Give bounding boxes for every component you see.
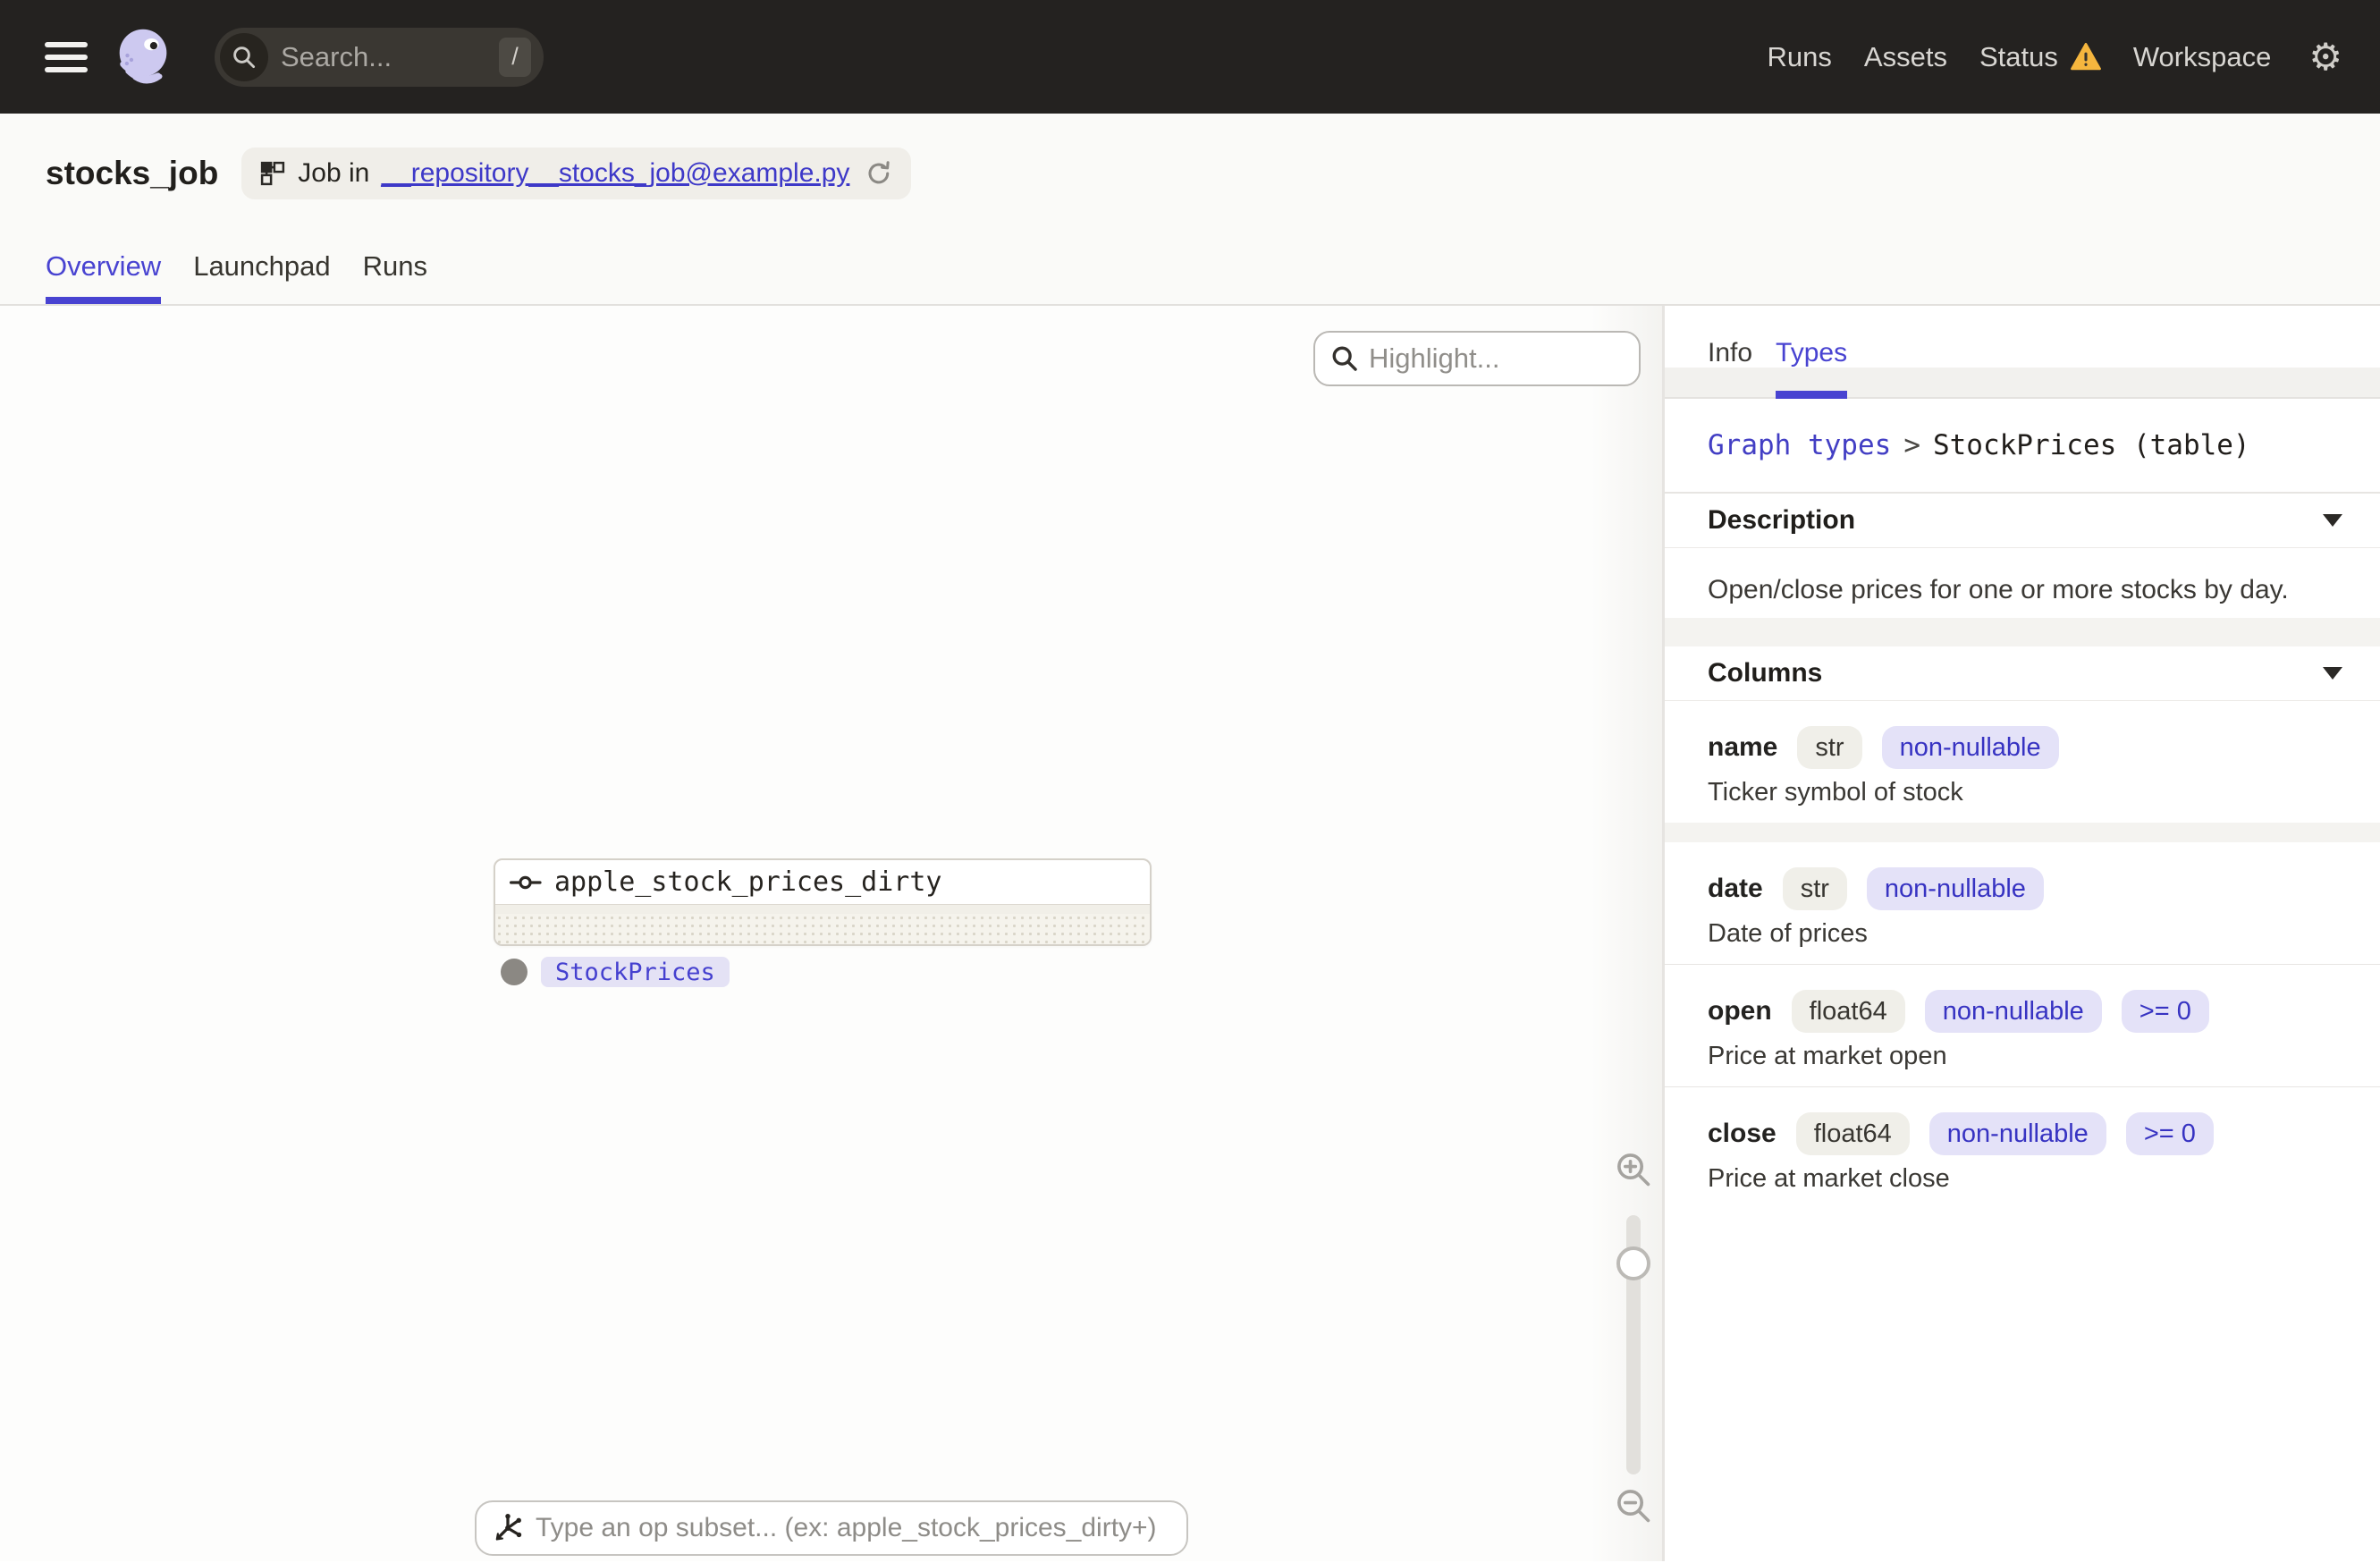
column-constraint-badge: >= 0 — [2121, 990, 2209, 1033]
column-name: open — [1708, 996, 1772, 1026]
zoom-in-icon[interactable] — [1613, 1149, 1654, 1190]
column-description: Date of prices — [1708, 919, 1868, 948]
column-name: date — [1708, 874, 1763, 903]
column-name: name — [1708, 732, 1778, 762]
page-title: stocks_job — [46, 155, 219, 191]
column-constraint-badge: non-nullable — [1866, 867, 2044, 910]
column-constraint-badge: >= 0 — [2125, 1112, 2214, 1155]
hamburger-menu-icon[interactable] — [45, 41, 88, 72]
description-section-title: Description — [1708, 505, 1856, 535]
op-subset-filter — [475, 1500, 1188, 1556]
op-node[interactable]: apple_stock_prices_dirty — [494, 858, 1152, 946]
tab-launchpad[interactable]: Launchpad — [193, 250, 330, 304]
content: apple_stock_prices_dirty StockPrices — [0, 306, 2380, 1561]
column-row: name str non-nullable Ticker symbol of s… — [1665, 701, 2380, 823]
tab-runs[interactable]: Runs — [363, 250, 427, 304]
zoom-out-icon[interactable] — [1613, 1485, 1654, 1526]
column-row: open float64 non-nullable >= 0 Price at … — [1665, 965, 2380, 1086]
description-section-header[interactable]: Description — [1665, 494, 2380, 548]
highlight-search-icon — [1332, 346, 1357, 371]
search-icon — [220, 32, 268, 81]
job-origin-tag: Job in __repository__stocks_job@example.… — [241, 148, 912, 199]
gear-icon[interactable]: ⚙ — [2308, 38, 2342, 76]
op-output: StockPrices — [501, 957, 730, 987]
output-type-tag[interactable]: StockPrices — [541, 957, 730, 987]
global-search: / — [215, 27, 544, 87]
column-type-badge: str — [1797, 726, 1862, 769]
warning-icon — [2070, 43, 2101, 71]
section-separator — [1665, 618, 2380, 646]
column-name: close — [1708, 1119, 1777, 1148]
column-row: close float64 non-nullable >= 0 Price at… — [1665, 1087, 2380, 1209]
op-node-io-strip — [495, 905, 1150, 914]
column-constraint-badge: non-nullable — [1928, 1112, 2106, 1155]
type-sidebar: Info Types Graph types > StockPrices (ta… — [1665, 306, 2380, 1561]
row-separator — [1665, 823, 2380, 842]
job-tag-prefix: Job in — [298, 158, 370, 188]
op-node-label: apple_stock_prices_dirty — [554, 866, 942, 898]
zoom-controls — [1608, 1149, 1658, 1526]
navbar-links: Runs Assets Status Workspace ⚙ — [1768, 38, 2342, 76]
column-constraint-badge: non-nullable — [1924, 990, 2102, 1033]
sidebar-tab-types[interactable]: Types — [1776, 306, 1848, 399]
nav-status-label: Status — [1979, 40, 2058, 72]
column-type-badge: float64 — [1791, 990, 1905, 1033]
sidebar-tabs: Info Types — [1665, 306, 2380, 399]
job-icon — [261, 161, 285, 186]
chevron-down-icon — [2323, 514, 2342, 527]
sidebar-tab-info[interactable]: Info — [1708, 306, 1752, 397]
page-header: stocks_job Job in __repository__stocks_j… — [0, 114, 2380, 306]
op-icon — [510, 875, 542, 889]
breadcrumb-current: StockPrices (table) — [1932, 429, 2250, 461]
columns-section-header[interactable]: Columns — [1665, 646, 2380, 701]
zoom-slider-knob[interactable] — [1616, 1246, 1650, 1280]
tab-overview[interactable]: Overview — [46, 250, 162, 304]
op-subset-input[interactable] — [536, 1513, 1186, 1543]
op-selector-icon — [495, 1513, 522, 1541]
columns-section-title: Columns — [1708, 658, 1823, 688]
op-graph-canvas[interactable]: apple_stock_prices_dirty StockPrices — [0, 306, 1665, 1561]
app-root: / Runs Assets Status Workspace ⚙ stocks_… — [0, 0, 2380, 1561]
op-node-body — [495, 914, 1150, 944]
description-text: Open/close prices for one or more stocks… — [1708, 575, 2289, 604]
search-input[interactable] — [268, 40, 499, 73]
highlight-search — [1313, 331, 1641, 386]
nav-status-link[interactable]: Status — [1979, 41, 2101, 73]
breadcrumb-separator: > — [1903, 429, 1920, 461]
column-type-badge: str — [1782, 867, 1847, 910]
job-repository-link[interactable]: __repository__stocks_job@example.py — [381, 158, 849, 189]
column-description: Ticker symbol of stock — [1708, 778, 1963, 807]
output-port-dot-icon — [501, 959, 527, 985]
nav-runs-link[interactable]: Runs — [1768, 41, 1832, 73]
dagster-logo-icon[interactable] — [109, 22, 179, 92]
top-navbar: / Runs Assets Status Workspace ⚙ — [0, 0, 2380, 114]
column-type-badge: float64 — [1795, 1112, 1910, 1155]
column-description: Price at market open — [1708, 1042, 1947, 1070]
zoom-slider-track[interactable] — [1616, 1215, 1650, 1474]
column-description: Price at market close — [1708, 1164, 1950, 1193]
type-breadcrumb: Graph types > StockPrices (table) — [1665, 399, 2380, 494]
highlight-input[interactable] — [1369, 342, 1639, 375]
breadcrumb-graph-types-link[interactable]: Graph types — [1708, 429, 1891, 461]
column-constraint-badge: non-nullable — [1881, 726, 2059, 769]
nav-assets-link[interactable]: Assets — [1864, 41, 1947, 73]
nav-workspace-link[interactable]: Workspace — [2133, 41, 2272, 73]
column-row: date str non-nullable Date of prices — [1665, 842, 2380, 964]
search-shortcut-key: / — [499, 37, 531, 77]
refresh-icon[interactable] — [865, 159, 893, 188]
job-view-tabs: Overview Launchpad Runs — [46, 250, 427, 304]
chevron-down-icon — [2323, 667, 2342, 680]
